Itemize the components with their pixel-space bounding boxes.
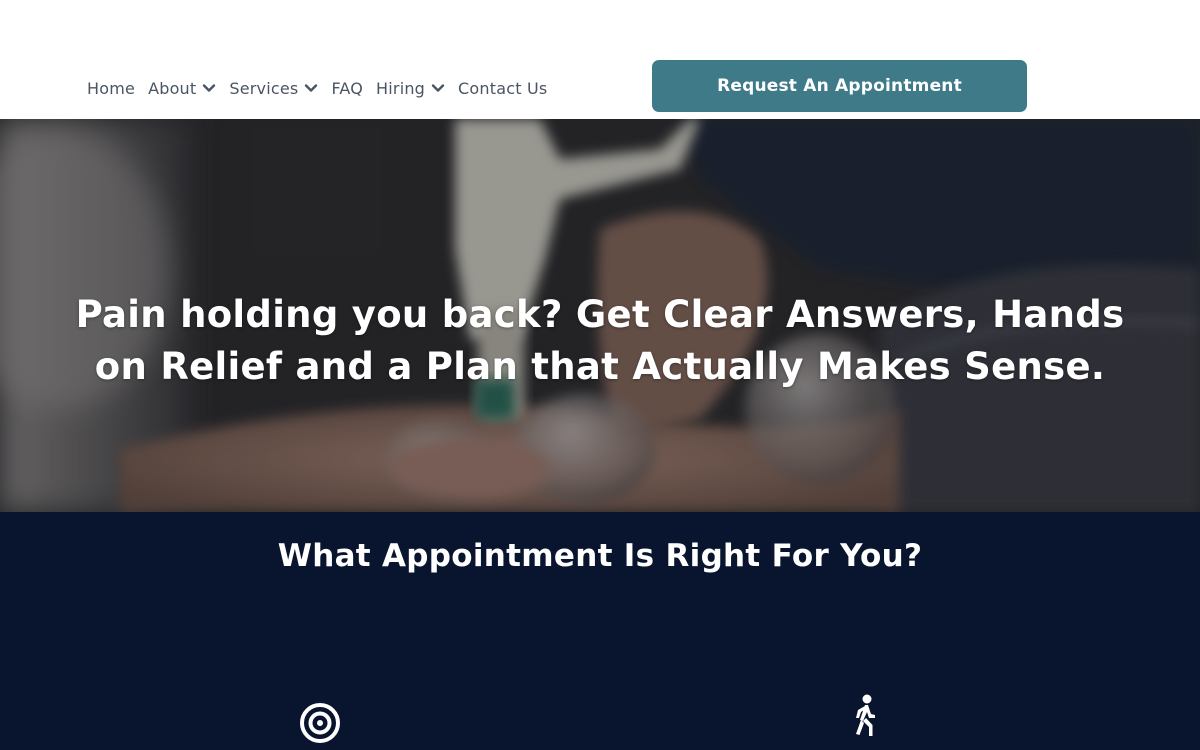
hero-section: Pain holding you back? Get Clear Answers… xyxy=(0,119,1200,512)
site-header: Home About Services FAQ Hiring Contact U… xyxy=(0,0,1200,119)
appointment-section-title: What Appointment Is Right For You? xyxy=(277,538,923,574)
chevron-down-icon xyxy=(431,81,445,95)
appointment-section: What Appointment Is Right For You? xyxy=(0,512,1200,750)
nav-services[interactable]: Services xyxy=(229,79,318,98)
nav-home[interactable]: Home xyxy=(87,79,135,98)
nav-hiring[interactable]: Hiring xyxy=(376,79,445,98)
request-appointment-button[interactable]: Request An Appointment xyxy=(652,60,1027,112)
nav-hiring-label: Hiring xyxy=(376,78,426,98)
nav-faq-label: FAQ xyxy=(331,78,364,98)
nav-about-label: About xyxy=(148,78,197,98)
hero-headline: Pain holding you back? Get Clear Answers… xyxy=(60,289,1140,393)
nav-contact-us[interactable]: Contact Us xyxy=(458,79,547,98)
nav-about[interactable]: About xyxy=(148,79,216,98)
chevron-down-icon xyxy=(202,81,216,95)
walking-person-icon xyxy=(849,694,881,744)
main-nav: Home About Services FAQ Hiring Contact U… xyxy=(87,77,560,99)
nav-home-label: Home xyxy=(87,78,136,98)
request-appointment-label: Request An Appointment xyxy=(717,76,962,96)
nav-faq[interactable]: FAQ xyxy=(331,79,363,98)
nav-contact-us-label: Contact Us xyxy=(458,78,548,98)
hero-headline-line-2: on Relief and a Plan that Actually Makes… xyxy=(94,345,1106,388)
nav-services-label: Services xyxy=(229,78,299,98)
hero-headline-line-1: Pain holding you back? Get Clear Answers… xyxy=(75,293,1125,336)
chevron-down-icon xyxy=(304,81,318,95)
target-icon xyxy=(299,702,341,748)
